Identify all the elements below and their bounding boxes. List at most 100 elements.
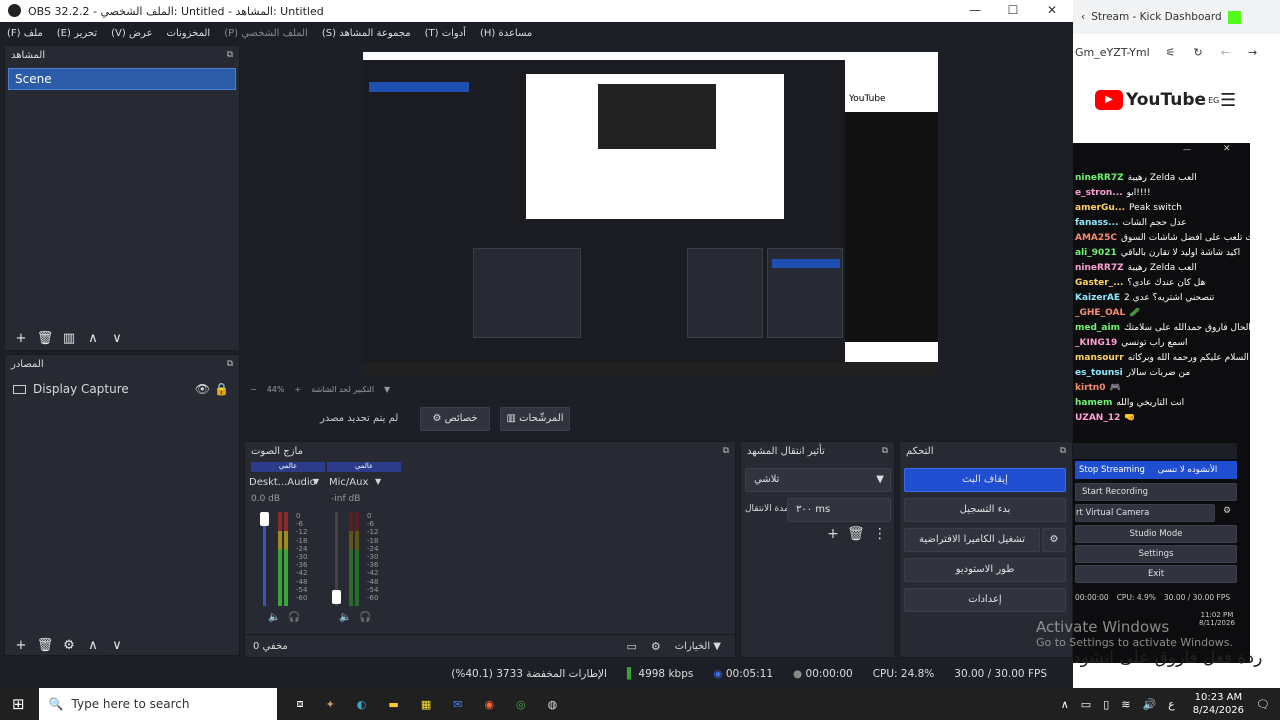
tab-title: Stream - Kick Dashboard — [1091, 11, 1222, 23]
mini-time: 00:00:00 — [1075, 593, 1109, 602]
undock-icon[interactable]: ⧉ — [1060, 446, 1066, 456]
windows-start-icon[interactable]: ⊞ — [12, 695, 25, 713]
stop-streaming-button[interactable]: إيقاف البث — [904, 468, 1066, 492]
scene-item[interactable]: Scene — [8, 68, 236, 90]
notifications-icon[interactable]: 🗨 — [1256, 698, 1270, 711]
back-icon[interactable]: ← — [1221, 46, 1230, 59]
hamburger-icon[interactable]: ☰ — [1220, 90, 1236, 111]
taskbar-search[interactable]: 🔍 Type here to search — [38, 688, 277, 720]
undock-icon[interactable]: ⧉ — [723, 446, 729, 456]
firefox-icon[interactable]: ◉ — [484, 698, 494, 711]
copilot-icon[interactable]: ✦ — [326, 698, 335, 711]
nested-preview-inner — [598, 84, 716, 149]
virtual-camera-button[interactable]: تشغيل الكاميرا الافتراضية — [904, 528, 1040, 552]
undock-icon[interactable]: ⧉ — [882, 446, 888, 456]
settings-button[interactable]: إعدادات — [904, 588, 1066, 612]
chat-text: تنصحني اشتريه؟ عدي 2 — [1124, 293, 1215, 303]
move-down-icon[interactable]: ∨ — [105, 638, 129, 653]
gear-icon[interactable]: ⚙ — [1042, 528, 1066, 552]
chevron-up-icon[interactable]: ∧ — [1061, 698, 1069, 711]
network-icon[interactable]: ▭ — [1081, 698, 1091, 711]
undock-icon[interactable]: ⧉ — [227, 50, 233, 60]
volume-slider[interactable] — [332, 590, 341, 604]
speaker-icon[interactable]: 🔈 — [268, 612, 280, 623]
properties-button[interactable]: ⚙ خصائص — [420, 407, 490, 431]
add-scene-icon[interactable]: + — [9, 331, 33, 346]
layout-icon[interactable]: ▭ — [626, 640, 636, 653]
menu-scene-collection[interactable]: (S) مجموعة المشاهد — [322, 28, 411, 39]
clock[interactable]: 10:23 AM 8/24/2026 — [1193, 691, 1244, 717]
menu-view[interactable]: (V) عرض — [111, 28, 152, 39]
lock-icon[interactable]: 🔒 — [214, 382, 229, 396]
tune-icon[interactable]: ⚟ — [1166, 46, 1176, 59]
volume-slider[interactable] — [260, 512, 269, 526]
transition-select[interactable]: تلاشي ▼ — [745, 468, 891, 492]
file-explorer-icon[interactable]: ▬ — [388, 698, 398, 711]
menu-edit[interactable]: (E) تحرير — [57, 28, 97, 39]
move-down-icon[interactable]: ∨ — [105, 331, 129, 346]
zoom-in-icon[interactable]: + — [294, 385, 301, 394]
wifi-icon[interactable]: ≋ — [1121, 698, 1130, 711]
menu-docks[interactable]: المخزونات — [167, 28, 211, 39]
zoom-dropdown-icon[interactable]: ▼ — [384, 385, 390, 394]
address-bar[interactable]: Gm_eYZT-Yml ⚟ ↻ ← → — [1073, 38, 1280, 66]
speaker-icon[interactable]: 🔈 — [339, 612, 351, 623]
filters-button[interactable]: ▥ المرشّحات — [500, 407, 570, 431]
headphones-icon[interactable]: 🎧 — [359, 612, 371, 623]
preview-canvas[interactable]: YouTube — [363, 52, 938, 375]
start-recording-button[interactable]: بدء التسجيل — [904, 498, 1066, 522]
source-item[interactable]: Display Capture 👁 🔒 — [13, 379, 231, 399]
duration-input[interactable]: ٣٠٠ ms — [787, 498, 891, 522]
add-transition-icon[interactable]: + — [827, 526, 839, 542]
edge-icon[interactable]: ◐ — [357, 698, 367, 711]
scale-label: -36 — [296, 561, 308, 570]
add-source-icon[interactable]: + — [9, 638, 33, 653]
remove-source-icon[interactable]: 🗑 — [33, 638, 57, 653]
battery-icon[interactable]: ▯ — [1103, 698, 1109, 711]
close-button[interactable]: ✕ — [1032, 0, 1072, 22]
remove-scene-icon[interactable]: 🗑 — [33, 331, 57, 346]
language-icon[interactable]: ع — [1168, 698, 1175, 711]
menu-help[interactable]: (H) مساعدة — [480, 28, 532, 39]
mail-icon[interactable]: ✉ — [453, 698, 462, 711]
minimize-icon[interactable]: — — [1183, 145, 1191, 154]
video-title[interactable]: ردة فعل فاروق على انشود — [1073, 648, 1280, 676]
menu-tools[interactable]: (T) أدوات — [425, 28, 466, 39]
clock-date: 8/24/2026 — [1192, 705, 1245, 716]
reload-icon[interactable]: ↻ — [1194, 46, 1203, 59]
undock-icon[interactable]: ⧉ — [227, 359, 233, 369]
options-dropdown[interactable]: الخيارات ▼ — [675, 641, 721, 652]
zoom-out-icon[interactable]: − — [250, 385, 257, 394]
forward-icon[interactable]: → — [1248, 46, 1257, 59]
chevron-down-icon[interactable]: ▼ — [375, 477, 381, 486]
gear-icon[interactable]: ⚙ — [57, 638, 81, 653]
filter-icon[interactable]: ▥ — [57, 331, 81, 346]
menu-file[interactable]: (F) ملف — [7, 28, 43, 39]
chevron-left-icon[interactable]: ‹ — [1081, 11, 1085, 23]
volume-icon[interactable]: 🔊 — [1142, 698, 1156, 711]
studio-mode-button[interactable]: طور الاستوديو — [904, 558, 1066, 582]
chrome-icon[interactable]: ◎ — [516, 698, 526, 711]
store-icon[interactable]: ▦ — [421, 698, 431, 711]
remove-transition-icon[interactable]: 🗑 — [847, 526, 865, 542]
maximize-button[interactable]: ☐ — [993, 0, 1033, 22]
move-up-icon[interactable]: ∧ — [81, 638, 105, 653]
youtube-logo[interactable]: ▶ YouTube EG — [1095, 90, 1219, 110]
close-icon[interactable]: ✕ — [1223, 144, 1231, 154]
browser-tab[interactable]: ‹ Stream - Kick Dashboard — [1073, 0, 1280, 34]
minimize-button[interactable]: — — [955, 0, 995, 22]
task-view-icon[interactable]: ⧈ — [297, 697, 304, 711]
menu-profile[interactable]: (P) الملف الشخصي — [224, 28, 308, 39]
chat-message: med_aimكيف الحال فاروق حمدالله على سلامت… — [1073, 323, 1250, 338]
obs-taskbar-icon[interactable]: ◍ — [548, 698, 558, 711]
move-up-icon[interactable]: ∧ — [81, 331, 105, 346]
more-icon[interactable]: ⋮ — [873, 526, 887, 542]
scenes-toolbar: + 🗑 ▥ ∧ ∨ — [9, 328, 129, 348]
activate-title: Activate Windows — [1036, 618, 1170, 636]
chevron-down-icon[interactable]: ▼ — [313, 477, 319, 486]
headphones-icon[interactable]: 🎧 — [288, 612, 300, 623]
scale-label: -12 — [296, 528, 308, 537]
eye-icon[interactable]: 👁 — [195, 382, 210, 396]
properties-label: خصائص — [444, 413, 478, 424]
gear-icon[interactable]: ⚙ — [651, 640, 661, 653]
